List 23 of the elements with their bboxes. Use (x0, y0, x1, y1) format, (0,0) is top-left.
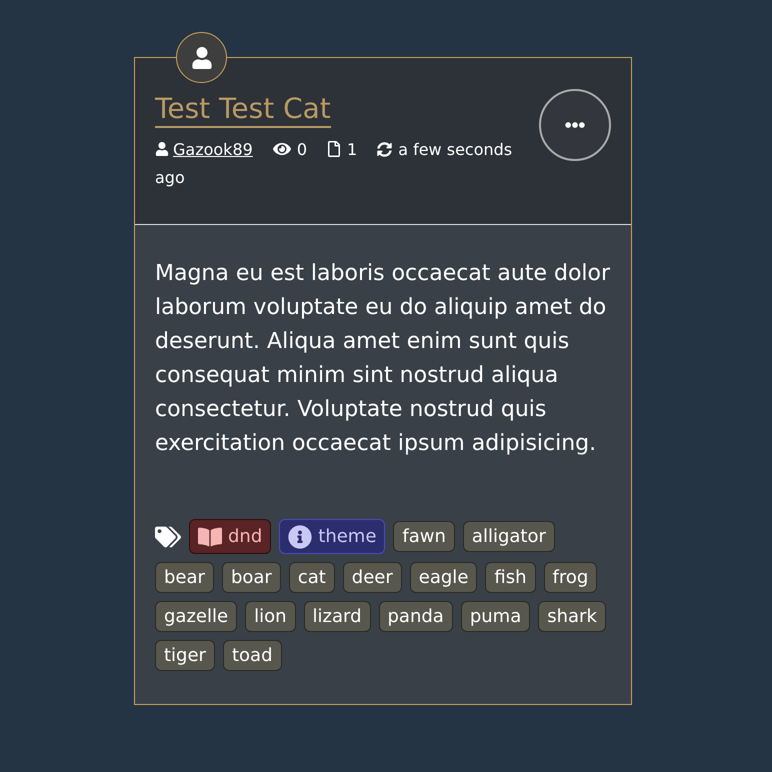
tag[interactable]: panda (378, 601, 453, 632)
tag[interactable]: cat (288, 562, 335, 593)
tag[interactable]: toad (222, 640, 282, 671)
tag[interactable]: alligator (462, 521, 555, 552)
tag[interactable]: shark (538, 601, 606, 632)
tag[interactable]: lion (245, 601, 296, 632)
tag[interactable]: fawn (393, 521, 455, 552)
description: Magna eu est laboris occaecat aute dolor laborum voluptate eu do aliquip amet do deserunt. Aliqua amet enim sunt quis consequat minim sint nostrud aliqua consectetur. Voluptate nostrud quis exercitation occaecat ipsum adipisicing. (155, 260, 611, 458)
tag[interactable]: frog (544, 562, 598, 593)
tag[interactable]: dnd (189, 519, 272, 554)
tag[interactable]: deer (342, 562, 402, 593)
tag[interactable]: puma (460, 601, 530, 632)
meta-line: Gazook89 0 1 a few seconds ago (155, 139, 514, 189)
tag[interactable]: lizard (304, 601, 370, 632)
tag[interactable]: bear (155, 562, 214, 593)
tag[interactable]: gazelle (155, 601, 238, 632)
card-title[interactable]: Test Test Cat (155, 92, 331, 128)
tag[interactable]: tiger (155, 640, 215, 671)
tag[interactable]: theme (279, 519, 386, 554)
author-link[interactable]: Gazook89 (173, 140, 253, 159)
tag[interactable]: eagle (410, 562, 478, 593)
tag[interactable]: boar (222, 562, 281, 593)
tag[interactable]: fish (485, 562, 536, 593)
